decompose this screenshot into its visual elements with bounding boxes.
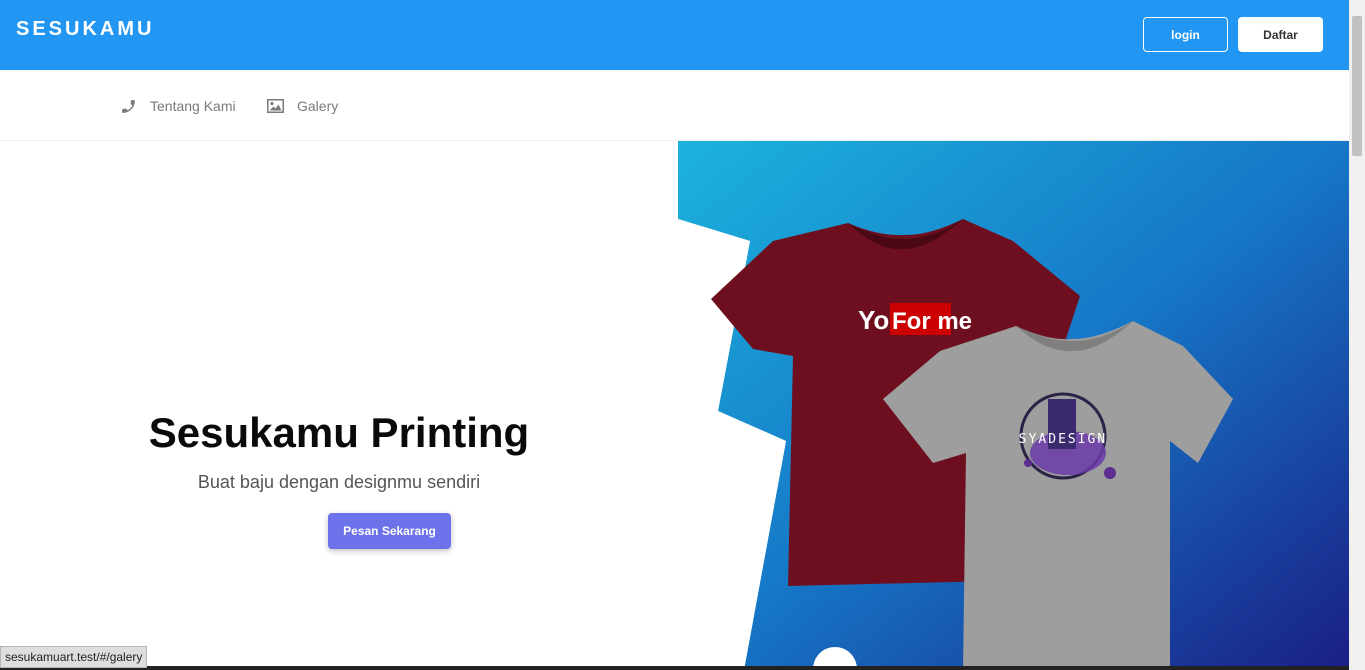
- register-button[interactable]: Daftar: [1238, 17, 1323, 52]
- secondary-nav: Tentang Kami Galery: [0, 70, 1349, 141]
- login-button[interactable]: login: [1143, 17, 1228, 52]
- phone-icon: [119, 97, 137, 115]
- order-now-button[interactable]: Pesan Sekarang: [328, 513, 451, 549]
- scrollbar-thumb[interactable]: [1352, 16, 1362, 156]
- link-status-bar: sesukamuart.test/#/galery: [0, 646, 148, 668]
- hero-image: You For me SYADESIGN: [678, 141, 1349, 670]
- nav-item-galery[interactable]: Galery: [266, 95, 338, 117]
- hero-section: Sesukamu Printing Buat baju dengan desig…: [0, 141, 678, 670]
- tshirt-illustration: You For me SYADESIGN: [678, 141, 1349, 670]
- hero-subtitle: Buat baju dengan designmu sendiri: [197, 472, 481, 492]
- nav-item-label: Galery: [297, 98, 339, 114]
- top-navbar: SESUKAMU login Daftar: [0, 0, 1349, 70]
- nav-item-tentang-kami[interactable]: Tentang Kami: [119, 95, 236, 117]
- brand-logo[interactable]: SESUKAMU: [16, 18, 154, 41]
- page-scrollbar[interactable]: [1349, 0, 1365, 670]
- shirt1-text-b: For me: [892, 308, 972, 335]
- image-icon: [266, 97, 284, 115]
- nav-item-label: Tentang Kami: [150, 98, 236, 114]
- page: SESUKAMU login Daftar Tentang Kami Galer…: [0, 0, 1365, 670]
- hero-title: Sesukamu Printing: [148, 409, 530, 456]
- shirt2-text: SYADESIGN: [1019, 432, 1107, 447]
- bottom-edge: [0, 666, 1349, 670]
